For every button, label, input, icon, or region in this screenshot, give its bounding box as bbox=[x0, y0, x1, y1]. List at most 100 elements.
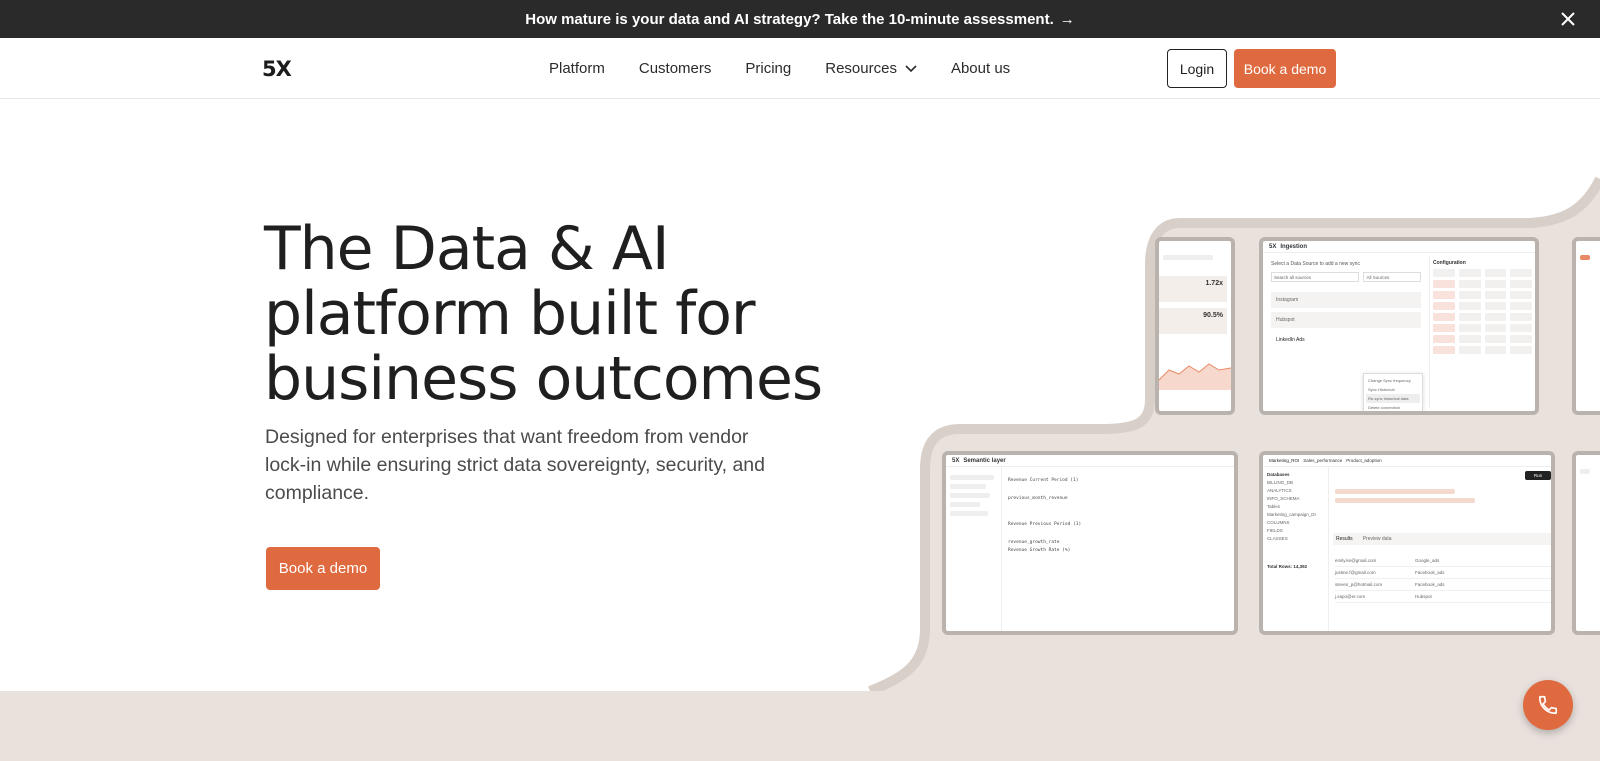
mock-logo: 5X bbox=[1269, 243, 1277, 250]
mock-bar bbox=[1580, 255, 1590, 260]
cell-email: steven_p@hotmail.com bbox=[1335, 582, 1383, 587]
mock-ingestion-screen: 5X Ingestion Select a Data Source to add… bbox=[1259, 237, 1539, 415]
mock-bar bbox=[1163, 255, 1213, 260]
source-label: Instagram bbox=[1276, 297, 1299, 303]
source-label: LinkedIn Ads bbox=[1276, 337, 1305, 343]
cell-email: justine.f@gmail.com bbox=[1335, 570, 1376, 575]
results-tab[interactable]: Results bbox=[1336, 536, 1353, 542]
assessment-link[interactable]: How mature is your data and AI strategy?… bbox=[525, 11, 1075, 28]
nav-item-platform[interactable]: Platform bbox=[549, 60, 605, 77]
code-line: previous_month_revenue bbox=[1008, 496, 1068, 501]
mock-edge-screen-top bbox=[1572, 237, 1600, 415]
db-item[interactable]: INFO_SCHEMA bbox=[1267, 495, 1324, 503]
config-row bbox=[1433, 280, 1532, 288]
close-icon[interactable] bbox=[1558, 9, 1578, 29]
query-db-panel: Databases BILLING_DB ANALYTICS INFO_SCHE… bbox=[1263, 467, 1329, 631]
nav-item-about[interactable]: About us bbox=[951, 60, 1010, 77]
configuration-panel: Configuration bbox=[1429, 257, 1535, 407]
stat-value-1: 1.72x bbox=[1205, 280, 1223, 287]
db-item[interactable]: Tables bbox=[1267, 503, 1324, 511]
cell-source: Hubspot bbox=[1415, 594, 1432, 599]
mock-bar bbox=[950, 502, 980, 507]
hero-subtitle: Designed for enterprises that want freed… bbox=[265, 426, 766, 504]
stat-card: 1.72x bbox=[1159, 276, 1227, 302]
source-filter-select[interactable]: All Sources bbox=[1363, 272, 1421, 282]
mock-ingestion-title: Ingestion bbox=[1280, 243, 1308, 250]
source-item[interactable]: Hubspot bbox=[1271, 312, 1421, 328]
db-item[interactable]: BILLING_DB bbox=[1267, 479, 1324, 487]
results-table: emily.ke@gmail.com Google_ads justine.f@g… bbox=[1335, 555, 1551, 603]
db-item[interactable]: CLASSES bbox=[1267, 535, 1324, 543]
query-tab-active[interactable]: Marketing_ROI bbox=[1269, 458, 1299, 463]
logo[interactable]: 5X bbox=[262, 57, 292, 81]
config-row bbox=[1433, 291, 1532, 299]
area-chart bbox=[1159, 363, 1231, 390]
code-line: Revenue Previous Period (1) bbox=[1008, 522, 1082, 527]
table-row: j.sapo@er.com Hubspot bbox=[1335, 591, 1551, 603]
nav-menu: Platform Customers Pricing Resources Abo… bbox=[549, 60, 1010, 77]
mock-stats-screen: 1.72x 90.5% bbox=[1155, 237, 1235, 415]
semantic-code: Revenue Current Period (1) previous_mont… bbox=[1008, 477, 1081, 555]
book-demo-nav-button[interactable]: Book a demo bbox=[1234, 49, 1336, 88]
query-tab[interactable]: Sales_performance bbox=[1303, 458, 1342, 463]
menu-item[interactable]: Sync Historical bbox=[1366, 385, 1420, 394]
arrow-right-icon: → bbox=[1059, 10, 1075, 28]
cell-source: Facebook_ads bbox=[1415, 582, 1445, 587]
query-tab[interactable]: Product_adoption bbox=[1346, 458, 1381, 463]
nav-item-pricing[interactable]: Pricing bbox=[745, 60, 791, 77]
ingestion-left-panel: Select a Data Source to add a new sync S… bbox=[1271, 261, 1423, 411]
config-row bbox=[1433, 346, 1532, 354]
config-row bbox=[1433, 269, 1532, 277]
book-demo-hero-button[interactable]: Book a demo bbox=[266, 547, 380, 590]
run-button[interactable]: Run bbox=[1525, 471, 1551, 480]
table-row: justine.f@gmail.com Facebook_ads bbox=[1335, 567, 1551, 579]
cell-email: emily.ke@gmail.com bbox=[1335, 558, 1377, 563]
logo-text: 5X bbox=[262, 57, 292, 81]
menu-item[interactable]: Change Sync frequency bbox=[1366, 376, 1420, 385]
preview-tab[interactable]: Preview data bbox=[1363, 536, 1392, 542]
code-line: Revenue Growth Rate (%) bbox=[1008, 548, 1071, 553]
source-item[interactable]: LinkedIn Ads bbox=[1271, 332, 1421, 348]
db-item[interactable]: FIELDS bbox=[1267, 527, 1324, 535]
config-row bbox=[1433, 313, 1532, 321]
phone-icon bbox=[1538, 695, 1558, 715]
db-title: Databases bbox=[1267, 472, 1290, 477]
nav-item-resources[interactable]: Resources bbox=[825, 60, 917, 77]
mock-logo: 5X bbox=[952, 457, 960, 464]
stat-card: 90.5% bbox=[1159, 308, 1227, 334]
cell-email: j.sapo@er.com bbox=[1335, 594, 1366, 599]
ingestion-filters: Search all sources All Sources bbox=[1271, 272, 1421, 282]
config-row bbox=[1433, 335, 1532, 343]
mock-query-screen: Marketing_ROI Sales_performance Product_… bbox=[1259, 451, 1555, 635]
db-item[interactable]: ANALYTICS bbox=[1267, 487, 1324, 495]
main-navigation: 5X Platform Customers Pricing Resources … bbox=[0, 38, 1600, 99]
cell-source: Google_ads bbox=[1415, 558, 1440, 563]
menu-item[interactable]: Delete connection bbox=[1366, 403, 1420, 411]
source-label: Hubspot bbox=[1276, 317, 1295, 323]
mock-semantic-screen: 5X Semantic layer Revenue Current Period… bbox=[942, 451, 1238, 635]
announcement-text: How mature is your data and AI strategy?… bbox=[525, 10, 1054, 28]
call-button[interactable] bbox=[1523, 680, 1573, 730]
nav-item-customers[interactable]: Customers bbox=[639, 60, 712, 77]
ingestion-prompt: Select a Data Source to add a new sync bbox=[1271, 261, 1360, 267]
mock-bar bbox=[1335, 498, 1475, 503]
code-line: Revenue Current Period (1) bbox=[1008, 478, 1079, 483]
db-item[interactable]: COLUMNS bbox=[1267, 519, 1324, 527]
mock-bar bbox=[950, 511, 988, 516]
mock-bar bbox=[950, 475, 994, 480]
table-row: steven_p@hotmail.com Facebook_ads bbox=[1335, 579, 1551, 591]
configuration-title: Configuration bbox=[1433, 260, 1466, 266]
mock-ingestion-header: 5X Ingestion bbox=[1263, 241, 1535, 253]
login-button[interactable]: Login bbox=[1167, 49, 1227, 88]
db-item[interactable]: Marketing_campaign_DI bbox=[1267, 511, 1324, 519]
context-menu: Change Sync frequency Sync Historical Re… bbox=[1363, 373, 1423, 411]
hero-title: The Data & AI platform built for busines… bbox=[264, 214, 823, 414]
source-item[interactable]: Instagram bbox=[1271, 292, 1421, 308]
menu-item[interactable]: Re-sync historical data bbox=[1366, 394, 1420, 403]
mock-semantic-header: 5X Semantic layer bbox=[946, 455, 1234, 467]
source-search-input[interactable]: Search all sources bbox=[1271, 272, 1360, 282]
cell-source: Facebook_ads bbox=[1415, 570, 1445, 575]
mock-semantic-title: Semantic layer bbox=[963, 457, 1006, 464]
mock-bar bbox=[1335, 489, 1455, 494]
code-line: revenue_growth_rate bbox=[1008, 540, 1060, 545]
